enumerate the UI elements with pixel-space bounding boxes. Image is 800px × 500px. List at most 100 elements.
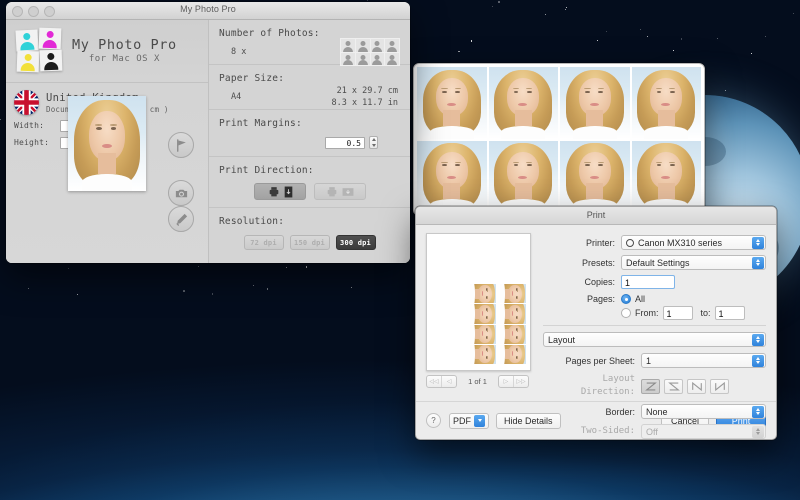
icon-tile-magenta [38, 27, 62, 50]
preview-photo [498, 344, 527, 364]
print-dialog[interactable]: Print ◁◁ ◁ 1 of 1 ▷ ▷▷ Printer: Canon MX… [415, 206, 777, 440]
sheet-photo[interactable] [488, 140, 558, 212]
printer-value: Canon MX310 series [638, 237, 723, 248]
app-titlebar[interactable]: My Photo Pro [6, 2, 410, 20]
pdf-label: PDF [453, 415, 471, 426]
layout-direction-s-pattern[interactable] [664, 378, 683, 394]
section-paper-size: Paper Size: A4 21 x 29.7 cm 8.3 x 11.7 i… [209, 65, 410, 110]
layout-direction-row: Layout Direction: [543, 373, 766, 399]
print-preview-photo-grid [469, 284, 527, 364]
layout-direction-options [641, 378, 729, 394]
copies-label: Copies: [584, 277, 615, 287]
section-print-margins: Print Margins: 0.5 [209, 110, 410, 157]
resolution-options: 72 dpi 150 dpi 300 dpi [219, 235, 400, 250]
pages-from-input[interactable]: 1 [662, 306, 693, 320]
star [564, 8, 566, 10]
pages-all-label: All [635, 294, 646, 304]
border-value: None [646, 406, 668, 417]
layout-direction-n-mirror-pattern[interactable] [687, 378, 706, 394]
printer-select[interactable]: Canon MX310 series [621, 235, 766, 250]
pager-back-group[interactable]: ◁◁ ◁ [426, 375, 457, 388]
retouch-button[interactable] [168, 206, 194, 232]
paper-size-title: Paper Size: [219, 73, 285, 84]
star [565, 7, 567, 8]
chevron-down-icon [474, 414, 485, 427]
next-page-icon[interactable]: ▷ [499, 376, 514, 387]
star [492, 5, 494, 7]
sheet-photo[interactable] [417, 67, 487, 139]
sheet-photo[interactable] [631, 140, 701, 212]
united-kingdom-flag-icon [14, 90, 39, 115]
main-app-window[interactable]: My Photo Pro My Photo Pro for Mac OS X U… [6, 2, 410, 263]
border-row: Border: None [543, 404, 766, 420]
star [544, 14, 546, 16]
pager-forward-group[interactable]: ▷ ▷▷ [497, 375, 529, 388]
left-panel: My Photo Pro for Mac OS X United cm) Wi… [6, 20, 209, 263]
two-sided-select[interactable]: Off [641, 424, 766, 439]
pages-per-sheet-label: Pages per Sheet: [565, 355, 635, 366]
photo-preview[interactable] [68, 96, 146, 191]
first-page-icon[interactable]: ◁◁ [427, 376, 442, 387]
star [646, 35, 649, 38]
margin-stepper[interactable] [369, 136, 378, 149]
landscape-direction-button[interactable] [313, 183, 366, 200]
star [28, 287, 30, 289]
print-preview-page [426, 233, 531, 371]
pages-to-label: to: [700, 308, 711, 318]
app-body: My Photo Pro for Mac OS X United cm) Wi… [6, 20, 410, 263]
resolution-300dpi-button[interactable]: 300 dpi [335, 235, 376, 250]
pages-from-radio[interactable] [621, 308, 631, 318]
print-preview-column: ◁◁ ◁ 1 of 1 ▷ ▷▷ [426, 233, 533, 401]
printer-icon [269, 187, 278, 197]
sheet-photo[interactable] [560, 140, 630, 212]
chevron-updown-icon [752, 237, 764, 249]
help-button[interactable]: ? [426, 413, 441, 428]
pages-to-input[interactable]: 1 [714, 306, 745, 320]
resolution-72dpi-button[interactable]: 72 dpi [243, 235, 284, 250]
photo-sheet-window[interactable] [413, 63, 705, 216]
portrait-direction-button[interactable] [253, 183, 306, 200]
person-thumb-icon [341, 52, 355, 65]
presets-select[interactable]: Default Settings [621, 255, 766, 270]
margin-field-row[interactable]: 0.5 [219, 136, 400, 149]
person-thumb-icon [385, 39, 399, 52]
copies-input[interactable]: 1 [621, 275, 675, 289]
margin-input[interactable]: 0.5 [325, 136, 365, 149]
star [680, 38, 683, 40]
pages-label: Pages: [586, 294, 615, 304]
resolution-150dpi-button[interactable]: 150 dpi [289, 235, 330, 250]
hide-details-button[interactable]: Hide Details [496, 412, 561, 429]
star [605, 30, 607, 32]
layout-direction-z-pattern[interactable] [641, 378, 660, 394]
app-window-title: My Photo Pro [180, 4, 236, 14]
sheet-photo[interactable] [560, 67, 630, 139]
star [0, 119, 1, 121]
border-select[interactable]: None [641, 404, 766, 420]
print-direction-options [219, 183, 400, 200]
print-section-value: Layout [548, 334, 576, 345]
print-section-select[interactable]: Layout [543, 332, 766, 347]
sheet-photo[interactable] [631, 67, 701, 139]
chevron-updown-icon [752, 257, 764, 269]
star [470, 40, 472, 42]
pages-all-radio[interactable] [621, 294, 631, 304]
person-thumb-icon [341, 39, 355, 52]
camera-button[interactable] [168, 180, 194, 206]
preview-pager[interactable]: ◁◁ ◁ 1 of 1 ▷ ▷▷ [426, 375, 529, 388]
section-resolution: Resolution: 72 dpi 150 dpi 300 dpi [209, 208, 410, 257]
flag-button[interactable] [168, 132, 194, 158]
paper-dim-cm: 21 x 29.7 cm [336, 86, 398, 96]
right-panel: Number of Photos: 8 x Paper Size: A4 21 … [209, 20, 410, 263]
sheet-photo[interactable] [417, 140, 487, 212]
sheet-photo[interactable] [488, 67, 558, 139]
pdf-button[interactable]: PDF [449, 412, 489, 429]
pages-per-sheet-select[interactable]: 1 [641, 353, 766, 368]
last-page-icon[interactable]: ▷▷ [514, 376, 528, 387]
pages-from-label: From: [635, 308, 659, 318]
icon-tile-cyan [15, 29, 39, 52]
prev-page-icon[interactable]: ◁ [442, 376, 456, 387]
pages-per-sheet-value: 1 [646, 355, 652, 366]
star [350, 286, 352, 288]
section-print-direction: Print Direction: [209, 157, 410, 208]
layout-direction-n-pattern[interactable] [710, 378, 729, 394]
